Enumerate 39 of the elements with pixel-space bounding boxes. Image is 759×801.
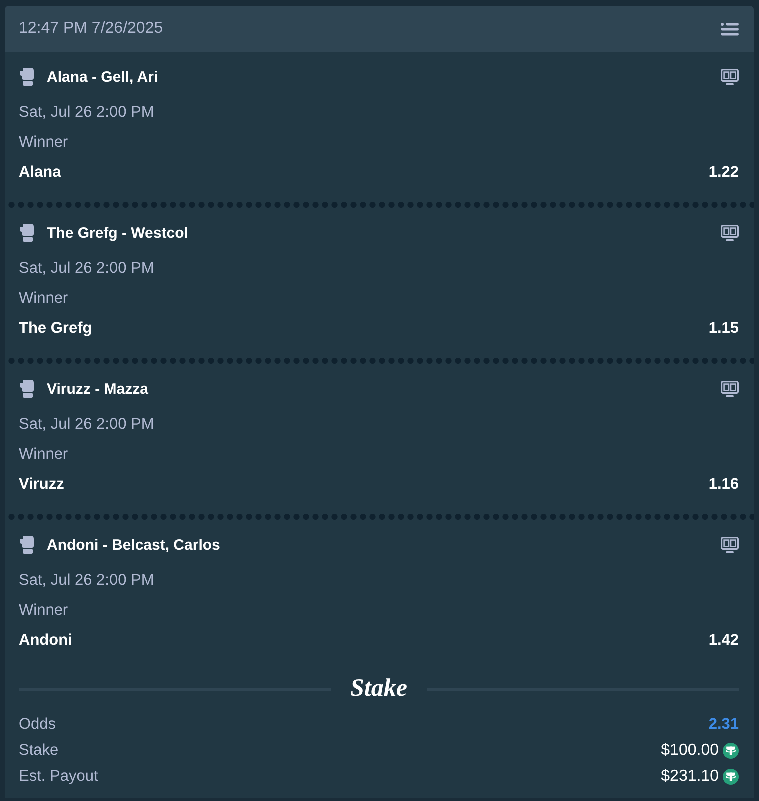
leg-odds: 1.42 <box>708 632 739 650</box>
boxing-glove-icon <box>20 68 34 86</box>
market-name: Winner <box>19 602 68 620</box>
boxing-glove-icon <box>20 224 34 242</box>
leg-odds: 1.15 <box>708 320 739 338</box>
market-name: Winner <box>19 134 68 152</box>
event-start-time: Sat, Jul 26 2:00 PM <box>19 572 154 590</box>
timestamp: 12:47 PM 7/26/2025 <box>19 20 164 38</box>
market-name: Winner <box>19 290 68 308</box>
selection-name: Andoni <box>19 632 72 650</box>
summary-label: Est. Payout <box>19 768 98 786</box>
event-title[interactable]: Alana - Gell, Ari <box>47 68 158 86</box>
market-name: Winner <box>19 446 68 464</box>
scoreboard-icon[interactable] <box>721 68 739 86</box>
scoreboard-icon[interactable] <box>721 224 739 242</box>
brand-logo: Stake <box>350 674 408 704</box>
summary-label: Odds <box>19 716 56 734</box>
scoreboard-icon[interactable] <box>721 536 739 554</box>
leg-odds: 1.16 <box>708 476 739 494</box>
event-title[interactable]: Andoni - Belcast, Carlos <box>47 536 220 554</box>
selection-name: Viruzz <box>19 476 64 494</box>
event-start-time: Sat, Jul 26 2:00 PM <box>19 104 154 122</box>
tether-coin-icon <box>723 743 739 759</box>
event-title[interactable]: The Grefg - Westcol <box>47 224 188 242</box>
scoreboard-icon[interactable] <box>721 380 739 398</box>
boxing-glove-icon <box>20 536 34 554</box>
summary-label: Stake <box>19 742 59 760</box>
tether-coin-icon <box>723 769 739 785</box>
event-start-time: Sat, Jul 26 2:00 PM <box>19 260 154 278</box>
leg-odds: 1.22 <box>708 164 739 182</box>
selection-name: Alana <box>19 164 62 182</box>
amount-value: $231.10 <box>661 768 719 786</box>
amount-value: $100.00 <box>661 742 719 760</box>
event-title[interactable]: Viruzz - Mazza <box>47 380 148 398</box>
total-odds: 2.31 <box>708 716 739 734</box>
selection-name: The Grefg <box>19 320 92 338</box>
event-start-time: Sat, Jul 26 2:00 PM <box>19 416 154 434</box>
boxing-glove-icon <box>20 380 34 398</box>
list-menu-icon[interactable] <box>721 22 739 36</box>
